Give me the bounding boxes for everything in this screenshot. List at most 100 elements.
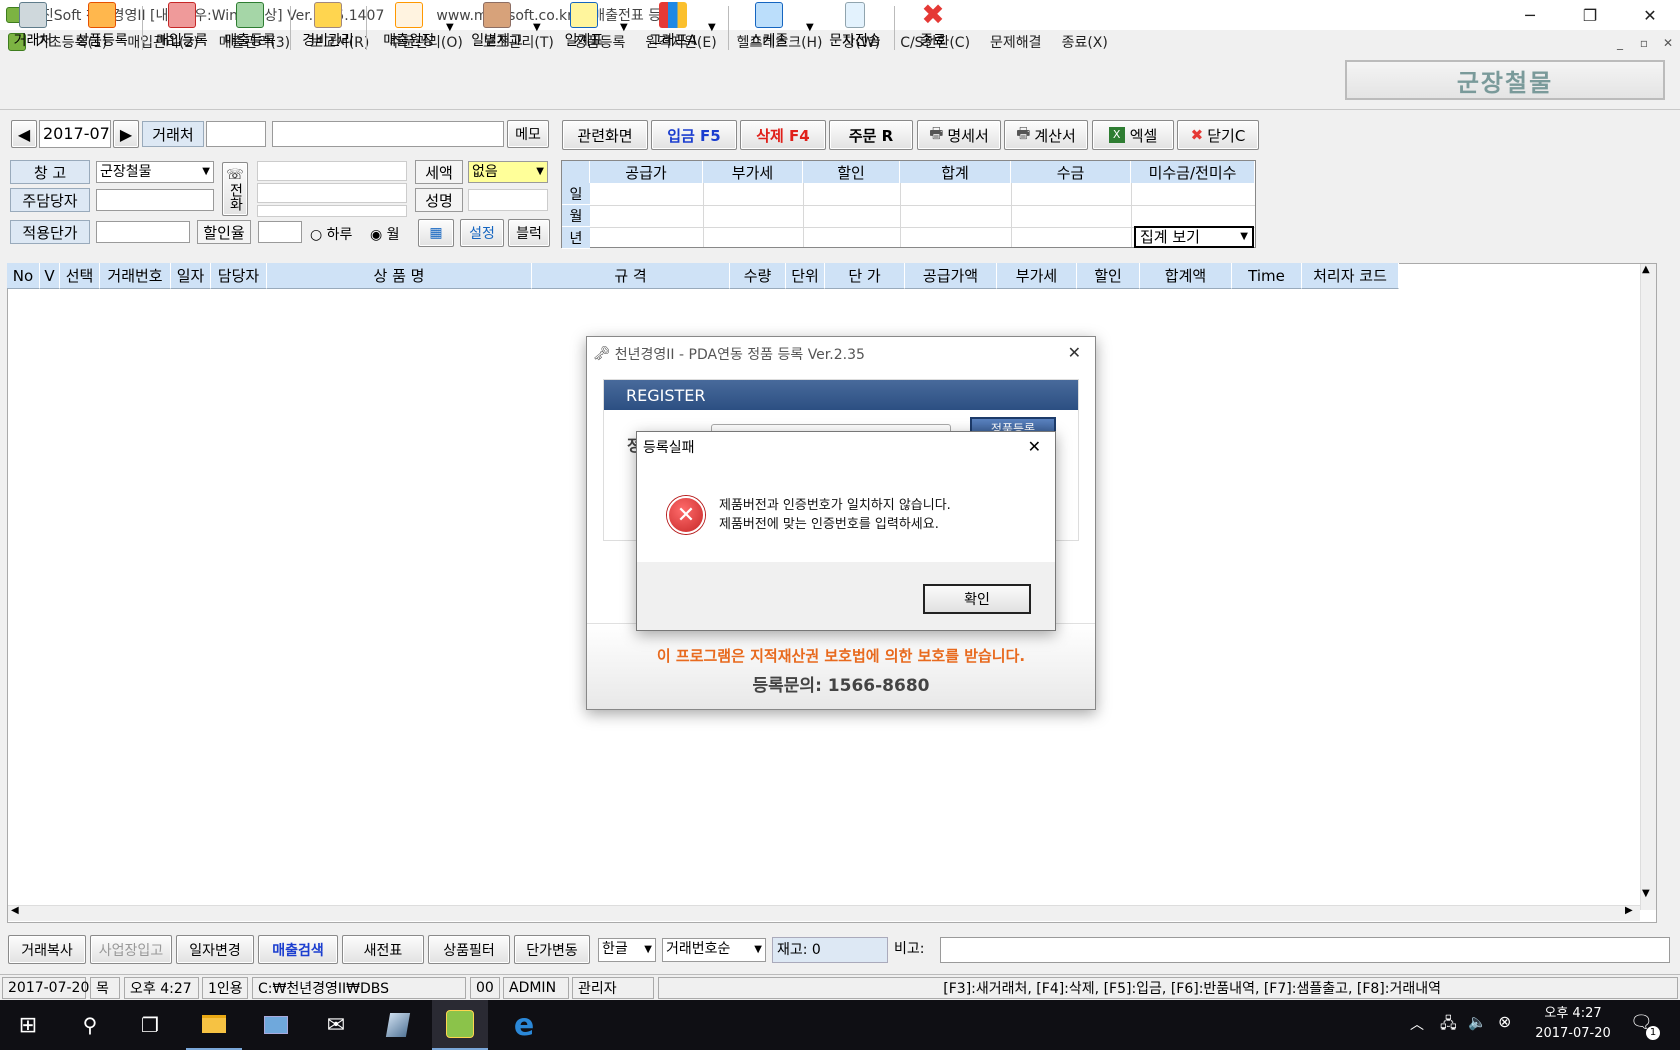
language-select[interactable]: 한글 ▼ (598, 938, 656, 962)
stock-dropdown-icon[interactable]: ▼ (533, 22, 541, 33)
scroll-left-icon[interactable]: ◀ (11, 905, 19, 916)
network-icon[interactable]: 🖧 (1440, 1013, 1457, 1038)
mdi-close-button[interactable]: ✕ (1658, 34, 1678, 52)
taskbar-edge[interactable]: e (496, 1000, 552, 1050)
scroll-up-icon[interactable]: ▲ (1642, 264, 1650, 275)
note-input[interactable] (940, 937, 1670, 963)
grid-col-header[interactable]: 상 품 명 (267, 263, 532, 289)
tax-select[interactable]: 없음 ▼ (468, 161, 548, 183)
copy-transaction-button[interactable]: 거래복사 (8, 935, 86, 964)
grid-col-header[interactable]: 단위 (786, 263, 825, 289)
taskbar-app-4[interactable] (370, 1000, 426, 1050)
scroll-right-icon[interactable]: ▶ (1625, 905, 1633, 916)
change-date-button[interactable]: 일자변경 (176, 935, 254, 964)
toolbar-ledger-button[interactable]: 매출원장 (374, 2, 444, 54)
memo-button[interactable]: 메모 (507, 120, 549, 148)
phone-input-2[interactable] (257, 183, 407, 203)
toolbar-purchase-button[interactable]: 매입등록 (150, 2, 214, 54)
grid-col-header[interactable]: Time (1232, 263, 1302, 289)
grid-col-header[interactable]: 거래번호 (100, 263, 171, 289)
scroll-down-icon[interactable]: ▼ (1642, 888, 1650, 899)
menu-item-exit[interactable]: 종료(X) (1052, 32, 1118, 52)
schedule-dropdown-icon[interactable]: ▼ (806, 22, 814, 33)
task-view-button[interactable]: ❐ (122, 1000, 178, 1050)
branch-receive-button[interactable]: 사업장입고 (90, 935, 172, 964)
toolbar-daily-report-button[interactable]: 일계표 (556, 2, 612, 54)
ok-button[interactable]: 확인 (923, 584, 1031, 614)
phone-input-3[interactable] (257, 205, 407, 217)
delete-button[interactable]: 삭제 F4 (740, 120, 826, 150)
taskbar-explorer[interactable] (186, 1000, 242, 1050)
close-form-button[interactable]: ✖ 닫기C (1177, 120, 1259, 150)
mdi-restore-button[interactable]: ▫ (1634, 34, 1654, 52)
mdi-minimize-button[interactable]: _ (1610, 34, 1630, 52)
phone-input-1[interactable] (257, 161, 407, 181)
toolbar-daily-stock-button[interactable]: 일별재고 (462, 2, 532, 54)
tray-chevron-icon[interactable]: ︿ (1410, 1014, 1424, 1034)
toolbar-sms-button[interactable]: 문자전송 (824, 2, 886, 54)
discount-rate-input[interactable] (258, 221, 302, 243)
toolbar-customer-button[interactable]: 거래처 (8, 2, 58, 54)
warehouse-select[interactable]: 군장철물 ▼ (96, 161, 214, 183)
summary-view-select[interactable]: 집계 보기 ▼ (1134, 226, 1254, 248)
toolbar-product-button[interactable]: 상품등록 (70, 2, 134, 54)
menu-item-trouble[interactable]: 문제해결 (980, 32, 1052, 52)
toolbar-schedule-button[interactable]: 스케줄 (740, 2, 798, 54)
sales-search-button[interactable]: 매출검색 (258, 935, 338, 964)
price-change-button[interactable]: 단가변동 (514, 935, 590, 964)
new-slip-button[interactable]: 새전표 (342, 935, 424, 964)
invoice-button[interactable]: 🖶 계산서 (1004, 120, 1088, 150)
grid-col-header[interactable]: 수량 (730, 263, 786, 289)
grid-col-header[interactable]: 할인 (1077, 263, 1140, 289)
minimize-button[interactable]: ─ (1505, 0, 1555, 30)
phone-button[interactable]: ☏ 전화 (222, 162, 248, 216)
product-filter-button[interactable]: 상품필터 (428, 935, 510, 964)
applied-price-input[interactable] (96, 221, 190, 243)
taskbar-app-2[interactable] (248, 1000, 304, 1050)
grid-col-header[interactable]: V (40, 263, 60, 289)
error-close-icon[interactable]: ✕ (1028, 437, 1041, 456)
toolbar-exit-button[interactable]: ✖ 종료 (908, 1, 958, 54)
grid-col-header[interactable]: No (7, 263, 40, 289)
grid-col-header[interactable]: 합계액 (1140, 263, 1232, 289)
deposit-button[interactable]: 입금 F5 (651, 120, 737, 150)
grid-col-header[interactable]: 단 가 (825, 263, 905, 289)
restore-button[interactable]: ❐ (1565, 0, 1615, 30)
calendar-button[interactable]: ▦ (418, 219, 454, 247)
graph-dropdown-icon[interactable]: ▼ (708, 22, 716, 33)
grid-col-header[interactable]: 일자 (171, 263, 211, 289)
name-input[interactable] (468, 189, 548, 211)
grid-col-header[interactable]: 규 격 (532, 263, 730, 289)
grid-col-header[interactable]: 담당자 (211, 263, 267, 289)
toolbar-graph-button[interactable]: 그래프A (640, 2, 706, 54)
report-dropdown-icon[interactable]: ▼ (620, 22, 628, 33)
grid-col-header[interactable]: 선택 (60, 263, 100, 289)
volume-icon[interactable]: 🔈 (1468, 1013, 1487, 1031)
taskbar-mail[interactable]: ✉ (308, 1000, 364, 1050)
radio-day[interactable]: ○ 하루 (310, 224, 352, 244)
toolbar-sales-button[interactable]: 매출등록 (218, 2, 282, 54)
search-button[interactable]: ⚲ (62, 1000, 118, 1050)
customer-name-input[interactable] (272, 121, 504, 147)
register-close-icon[interactable]: ✕ (1068, 343, 1081, 362)
ledger-dropdown-icon[interactable]: ▼ (446, 22, 454, 33)
setting-button[interactable]: 설정 (460, 219, 504, 247)
horizontal-scrollbar[interactable] (8, 905, 1640, 921)
error-tray-icon[interactable]: ⊗ (1498, 1012, 1511, 1031)
next-month-button[interactable]: ▶ (113, 120, 139, 148)
related-screen-button[interactable]: 관련화면 (562, 120, 648, 150)
order-button[interactable]: 주문 R (829, 120, 913, 150)
block-button[interactable]: 블럭 (508, 219, 550, 247)
grid-col-header[interactable]: 공급가액 (905, 263, 997, 289)
taskbar-cheonnyeon[interactable] (432, 1000, 488, 1050)
taskbar-clock[interactable]: 오후 4:27 2017-07-20 (1528, 1004, 1618, 1044)
vertical-scrollbar[interactable] (1640, 264, 1656, 910)
statement-button[interactable]: 🖶 명세서 (917, 120, 1001, 150)
customer-code-input[interactable] (206, 121, 266, 147)
toolbar-expense-button[interactable]: 경비관리 (296, 2, 360, 54)
prev-month-button[interactable]: ◀ (11, 120, 37, 148)
sort-select[interactable]: 거래번호순 ▼ (662, 938, 766, 962)
grid-col-header[interactable]: 부가세 (997, 263, 1077, 289)
manager-input[interactable] (96, 189, 214, 211)
grid-col-header[interactable]: 처리자 코드 (1302, 263, 1399, 289)
